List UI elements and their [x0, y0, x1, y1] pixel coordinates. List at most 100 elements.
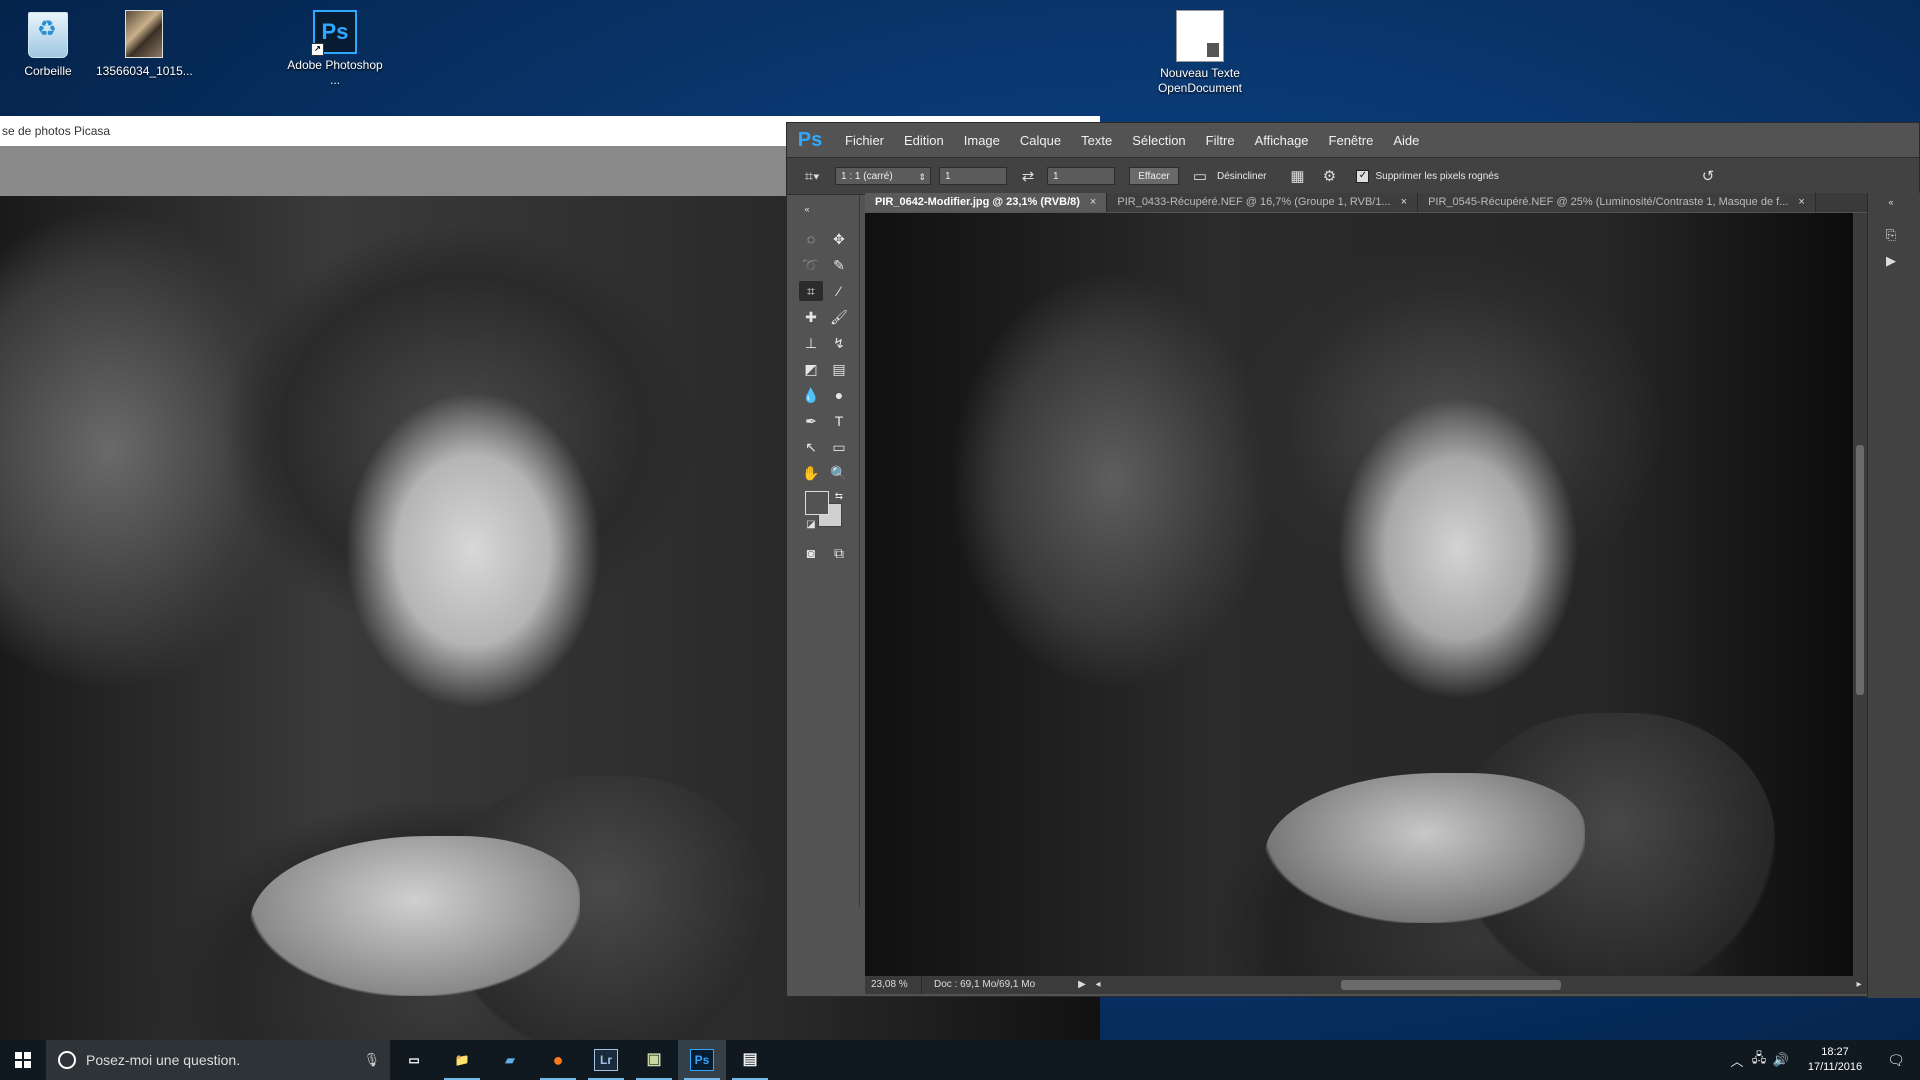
crop-height-input[interactable]: 1	[1047, 167, 1115, 185]
blur-tool-icon[interactable]: 💧	[799, 385, 823, 405]
marquee-tool-icon[interactable]: ◌	[799, 229, 823, 249]
system-tray: ︿ 🖧 🔊 18:27 17/11/2016 🗨	[1726, 1040, 1920, 1080]
menu-edition[interactable]: Edition	[894, 133, 954, 148]
taskbar-firefox[interactable]: ●	[534, 1040, 582, 1080]
quick-selection-tool-icon[interactable]: ✎	[827, 255, 851, 275]
photoshop-icon: Ps ↗	[311, 10, 357, 56]
desktop-icon-recycle-bin[interactable]: Corbeille	[0, 4, 96, 79]
search-placeholder: Posez-moi une question.	[86, 1052, 241, 1068]
grid-overlay-icon[interactable]: ▦	[1286, 165, 1308, 187]
clear-button[interactable]: Effacer	[1129, 167, 1179, 185]
menu-filtre[interactable]: Filtre	[1196, 133, 1245, 148]
desktop-icon-label: Adobe Photoshop ...	[287, 58, 383, 87]
straighten-icon[interactable]: ▭	[1189, 165, 1211, 187]
swap-colors-icon[interactable]: ⇆	[827, 487, 851, 507]
crop-tool-icon[interactable]: ⌗	[799, 281, 823, 301]
horizontal-scrollbar[interactable]	[1106, 976, 1851, 994]
taskbar-picasa[interactable]: ▣	[630, 1040, 678, 1080]
type-tool-icon[interactable]: T	[827, 411, 851, 431]
lasso-tool-icon[interactable]: ➰	[799, 255, 823, 275]
dodge-tool-icon[interactable]: ●	[827, 385, 851, 405]
menu-calque[interactable]: Calque	[1010, 133, 1071, 148]
settings-gear-icon[interactable]: ⚙	[1318, 165, 1340, 187]
taskbar-file-explorer[interactable]: 📁	[438, 1040, 486, 1080]
desktop-icon-opendocument[interactable]: Nouveau Texte OpenDocument	[1152, 4, 1248, 96]
desktop-icon-image-file[interactable]: 13566034_1015...	[96, 4, 193, 79]
desktop-icon-label: Corbeille	[24, 64, 72, 78]
pen-tool-icon[interactable]: ✒	[799, 411, 823, 431]
picasa-icon: ▣	[646, 1051, 662, 1068]
taskbar-explorer-alt[interactable]: ▰	[486, 1040, 534, 1080]
collapse-icon[interactable]: «	[795, 199, 819, 219]
crop-tool-preset-icon[interactable]: ⌗▾	[801, 165, 823, 187]
menu-aide[interactable]: Aide	[1383, 133, 1429, 148]
history-brush-tool-icon[interactable]: ↯	[827, 333, 851, 353]
menu-selection[interactable]: Sélection	[1122, 133, 1195, 148]
foreground-color-swatch[interactable]	[805, 491, 829, 515]
menu-fichier[interactable]: Fichier	[835, 133, 894, 148]
brush-tool-icon[interactable]: 🖌	[827, 307, 851, 327]
rectangle-tool-icon[interactable]: ▭	[827, 437, 851, 457]
show-hidden-icons-chevron-icon[interactable]: ︿	[1726, 1051, 1748, 1070]
document-tab-label: PIR_0545-Récupéré.NEF @ 25% (Luminosité/…	[1428, 196, 1789, 208]
clock-time: 18:27	[1821, 1046, 1849, 1058]
straighten-label[interactable]: Désincliner	[1217, 171, 1266, 182]
vertical-scrollbar[interactable]	[1853, 213, 1867, 976]
expand-panels-icon[interactable]: «	[1880, 197, 1902, 215]
zoom-tool-icon[interactable]: 🔍	[827, 463, 851, 483]
document-canvas[interactable]	[865, 213, 1853, 976]
eyedropper-tool-icon[interactable]: ⁄	[827, 281, 851, 301]
status-menu-arrow-icon[interactable]: ▶	[1074, 976, 1090, 994]
quick-mask-icon[interactable]: ◙	[799, 543, 823, 563]
cortana-search-box[interactable]: Posez-moi une question. 🎙	[46, 1040, 390, 1080]
taskbar-document-app[interactable]: ▤	[726, 1040, 774, 1080]
scroll-left-arrow-icon[interactable]: ◂	[1090, 976, 1106, 994]
eraser-tool-icon[interactable]: ◩	[799, 359, 823, 379]
actions-panel-icon[interactable]: ▶	[1880, 253, 1902, 271]
close-icon[interactable]: ×	[1798, 196, 1804, 208]
menu-affichage[interactable]: Affichage	[1245, 133, 1319, 148]
reset-crop-icon[interactable]: ↺	[1697, 165, 1719, 187]
taskbar-lightroom[interactable]: Lr	[582, 1040, 630, 1080]
close-icon[interactable]: ×	[1401, 196, 1407, 208]
delete-cropped-checkbox[interactable]: ✓	[1356, 169, 1370, 183]
volume-icon[interactable]: 🔊	[1770, 1052, 1792, 1068]
clock[interactable]: 18:27 17/11/2016	[1798, 1045, 1872, 1075]
menu-texte[interactable]: Texte	[1071, 133, 1122, 148]
task-view-button[interactable]: ▭	[390, 1040, 438, 1080]
vertical-scroll-thumb[interactable]	[1856, 445, 1864, 695]
zoom-level[interactable]: 23,08 %	[865, 976, 922, 994]
lightroom-icon: Lr	[594, 1049, 618, 1071]
document-tab[interactable]: PIR_0433-Récupéré.NEF @ 16,7% (Groupe 1,…	[1107, 193, 1419, 212]
start-button[interactable]	[0, 1040, 46, 1080]
desktop-icon-label: Nouveau Texte OpenDocument	[1157, 66, 1243, 95]
crop-ratio-select[interactable]: 1 : 1 (carré)	[835, 167, 931, 186]
taskbar-photoshop[interactable]: Ps	[678, 1040, 726, 1080]
network-icon[interactable]: 🖧	[1748, 1049, 1770, 1071]
default-colors-icon[interactable]: ◪	[799, 515, 823, 535]
screen-mode-icon[interactable]: ⧉	[827, 543, 851, 563]
history-panel-icon[interactable]: ⎘	[1880, 227, 1902, 245]
action-center-icon[interactable]: 🗨	[1872, 1052, 1920, 1069]
path-selection-tool-icon[interactable]: ↖	[799, 437, 823, 457]
gradient-tool-icon[interactable]: ▤	[827, 359, 851, 379]
menu-fenetre[interactable]: Fenêtre	[1319, 133, 1384, 148]
image-thumbnail-icon	[125, 10, 163, 58]
microphone-icon[interactable]: 🎙	[363, 1052, 380, 1068]
windows-logo-icon	[15, 1052, 31, 1068]
clone-stamp-tool-icon[interactable]: ⊥	[799, 333, 823, 353]
horizontal-scroll-thumb[interactable]	[1341, 980, 1561, 990]
crop-width-input[interactable]: 1	[939, 167, 1007, 185]
close-icon[interactable]: ×	[1090, 196, 1096, 208]
move-tool-icon[interactable]: ✥	[827, 229, 851, 249]
swap-dimensions-icon[interactable]: ⇄	[1017, 165, 1039, 187]
document-tab[interactable]: PIR_0545-Récupéré.NEF @ 25% (Luminosité/…	[1418, 193, 1816, 212]
scroll-right-arrow-icon[interactable]: ▸	[1851, 976, 1867, 994]
desktop-icon-label: 13566034_1015...	[96, 64, 193, 78]
desktop-icon-photoshop[interactable]: Ps ↗ Adobe Photoshop ...	[287, 4, 383, 88]
document-tab-active[interactable]: PIR_0642-Modifier.jpg @ 23,1% (RVB/8) ×	[865, 193, 1108, 212]
hand-tool-icon[interactable]: ✋	[799, 463, 823, 483]
shortcut-arrow-icon: ↗	[311, 43, 324, 56]
menu-image[interactable]: Image	[954, 133, 1010, 148]
healing-brush-tool-icon[interactable]: ✚	[799, 307, 823, 327]
